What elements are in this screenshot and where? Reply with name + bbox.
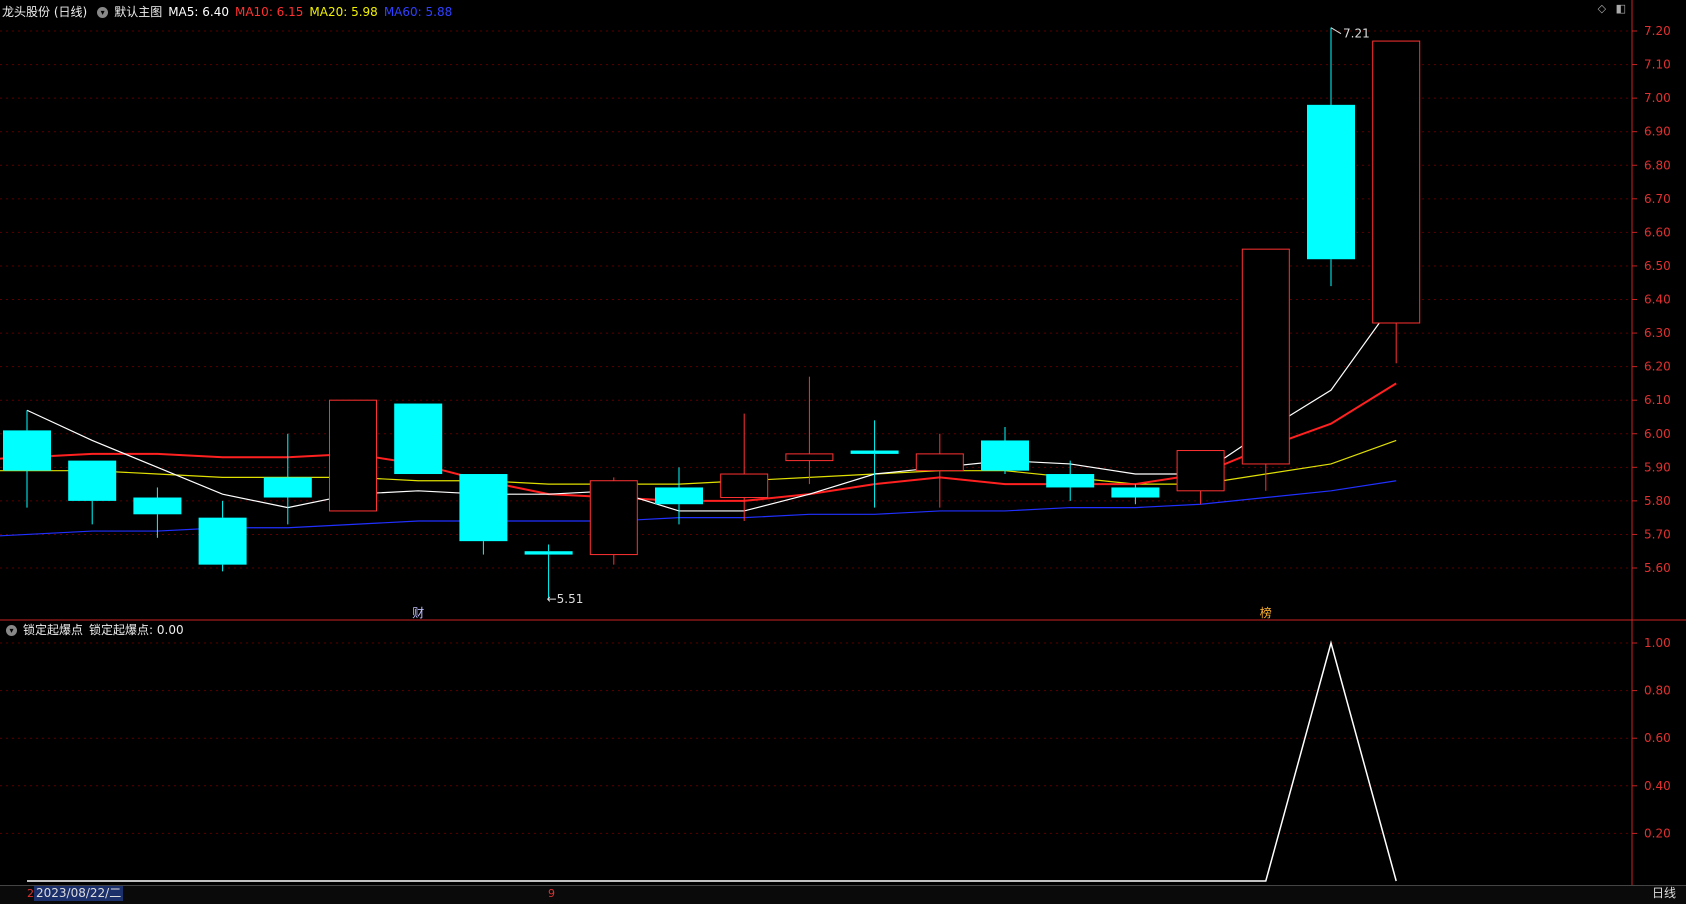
candle-body — [589, 480, 638, 556]
price-tick-label: 7.20 — [1644, 24, 1671, 38]
indicator-tick-label: 0.40 — [1644, 779, 1671, 793]
candle-body — [915, 453, 964, 472]
candle-body — [1372, 40, 1421, 324]
chart-stage: 龙头股份 (日线) ▾ 默认主图 MA5: 6.40 MA10: 6.15 MA… — [0, 0, 1686, 904]
candle-body — [524, 551, 573, 555]
price-tick-label: 6.70 — [1644, 192, 1671, 206]
indicator-tick-label: 0.20 — [1644, 826, 1671, 840]
price-tick-label: 5.90 — [1644, 460, 1671, 474]
price-tick-label: 5.60 — [1644, 561, 1671, 575]
candle-body — [329, 399, 377, 512]
price-tick-label: 7.00 — [1644, 91, 1671, 105]
candle-body — [1307, 104, 1355, 260]
indicator-tick-label: 0.60 — [1644, 731, 1671, 745]
date-marker-mid: 9 — [548, 887, 555, 900]
candle-body — [3, 430, 51, 471]
high-price-label: 7.21 — [1343, 27, 1370, 41]
price-tick-label: 7.10 — [1644, 58, 1671, 72]
candle-body — [68, 460, 117, 501]
price-tick-label: 6.50 — [1644, 259, 1671, 273]
candle-body — [655, 487, 703, 505]
candle-body — [1111, 487, 1160, 498]
price-tick-label: 6.90 — [1644, 125, 1671, 139]
date-marker-left: 2 — [27, 887, 34, 900]
candle-body — [198, 517, 247, 565]
candle-body — [459, 474, 508, 542]
candle-body — [850, 450, 899, 454]
candle-body — [981, 440, 1029, 471]
candle-body — [1046, 474, 1095, 488]
candle-body — [133, 497, 182, 515]
period-button[interactable]: 日线 — [1644, 886, 1684, 901]
price-tick-label: 6.60 — [1644, 225, 1671, 239]
low-price-label: ←5.51 — [547, 592, 584, 606]
price-tick-label: 5.70 — [1644, 527, 1671, 541]
time-axis-bar — [0, 885, 1686, 904]
current-date-label: 2023/08/22/二 — [34, 886, 124, 901]
price-tick-label: 6.10 — [1644, 393, 1671, 407]
price-tick-label: 6.20 — [1644, 360, 1671, 374]
candle-body — [1176, 450, 1225, 492]
indicator-line — [27, 640, 1397, 882]
candle-body — [720, 473, 769, 499]
candle-body — [263, 477, 312, 498]
price-tick-label: 6.80 — [1644, 158, 1671, 172]
price-tick-label: 6.00 — [1644, 427, 1671, 441]
price-tick-label: 6.40 — [1644, 293, 1671, 307]
chart-canvas[interactable]: 5.60 5.70 5.80 5.90 6.00 6.10 6.20 6.30 6.40 6.50… — [0, 0, 1686, 903]
event-marker-cai: 财 — [412, 606, 424, 620]
price-tick-label: 6.30 — [1644, 326, 1671, 340]
indicator-tick-label: 1.00 — [1644, 636, 1671, 650]
event-marker-bang: 榜 — [1260, 605, 1272, 620]
candle-body — [785, 453, 834, 462]
indicator-tick-label: 0.80 — [1644, 684, 1671, 698]
candle-body — [394, 403, 443, 475]
price-tick-label: 5.80 — [1644, 494, 1671, 508]
candle-body — [1241, 248, 1290, 465]
